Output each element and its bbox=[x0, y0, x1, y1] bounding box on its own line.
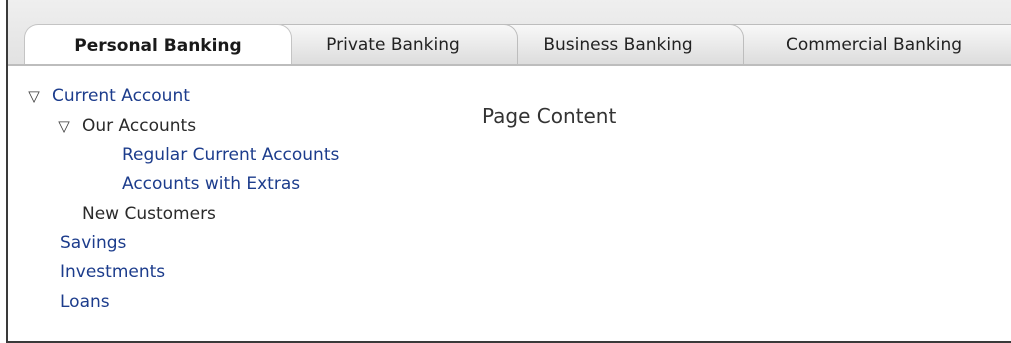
page-frame: Commercial Banking Business Banking Priv… bbox=[6, 0, 1011, 343]
tab-business-banking[interactable]: Business Banking bbox=[492, 24, 744, 64]
nav-link-regular-current-accounts[interactable]: Regular Current Accounts bbox=[122, 145, 339, 165]
nav-item-current-account: ▽ Current Account bbox=[26, 81, 190, 111]
nav-item-regular-current-accounts: Regular Current Accounts bbox=[122, 140, 339, 170]
tab-commercial-banking[interactable]: Commercial Banking bbox=[718, 24, 1011, 64]
nav-label-new-customers[interactable]: New Customers bbox=[82, 204, 216, 224]
tab-label: Personal Banking bbox=[74, 36, 242, 56]
nav-link-savings[interactable]: Savings bbox=[60, 233, 126, 253]
nav-link-loans[interactable]: Loans bbox=[60, 292, 110, 312]
tab-private-banking[interactable]: Private Banking bbox=[268, 24, 518, 64]
nav-item-accounts-with-extras: Accounts with Extras bbox=[122, 169, 300, 199]
nav-item-savings: Savings bbox=[60, 228, 126, 258]
nav-item-our-accounts: ▽ Our Accounts bbox=[56, 111, 196, 141]
nav-link-accounts-with-extras[interactable]: Accounts with Extras bbox=[122, 174, 300, 194]
nav-link-investments[interactable]: Investments bbox=[60, 262, 165, 282]
tab-label: Commercial Banking bbox=[785, 35, 963, 55]
expand-triangle-icon[interactable]: ▽ bbox=[56, 117, 72, 135]
nav-item-investments: Investments bbox=[60, 257, 165, 287]
nav-link-current-account[interactable]: Current Account bbox=[52, 86, 190, 106]
tab-label: Private Banking bbox=[326, 35, 460, 55]
page-content: Page Content bbox=[482, 104, 617, 128]
tab-bar: Commercial Banking Business Banking Priv… bbox=[8, 0, 1011, 66]
tab-personal-banking[interactable]: Personal Banking bbox=[24, 24, 292, 64]
nav-item-new-customers: New Customers bbox=[82, 199, 216, 229]
expand-triangle-icon[interactable]: ▽ bbox=[26, 87, 42, 105]
nav-item-loans: Loans bbox=[60, 287, 110, 317]
tab-label: Business Banking bbox=[543, 35, 693, 55]
nav-label-our-accounts[interactable]: Our Accounts bbox=[82, 116, 196, 136]
